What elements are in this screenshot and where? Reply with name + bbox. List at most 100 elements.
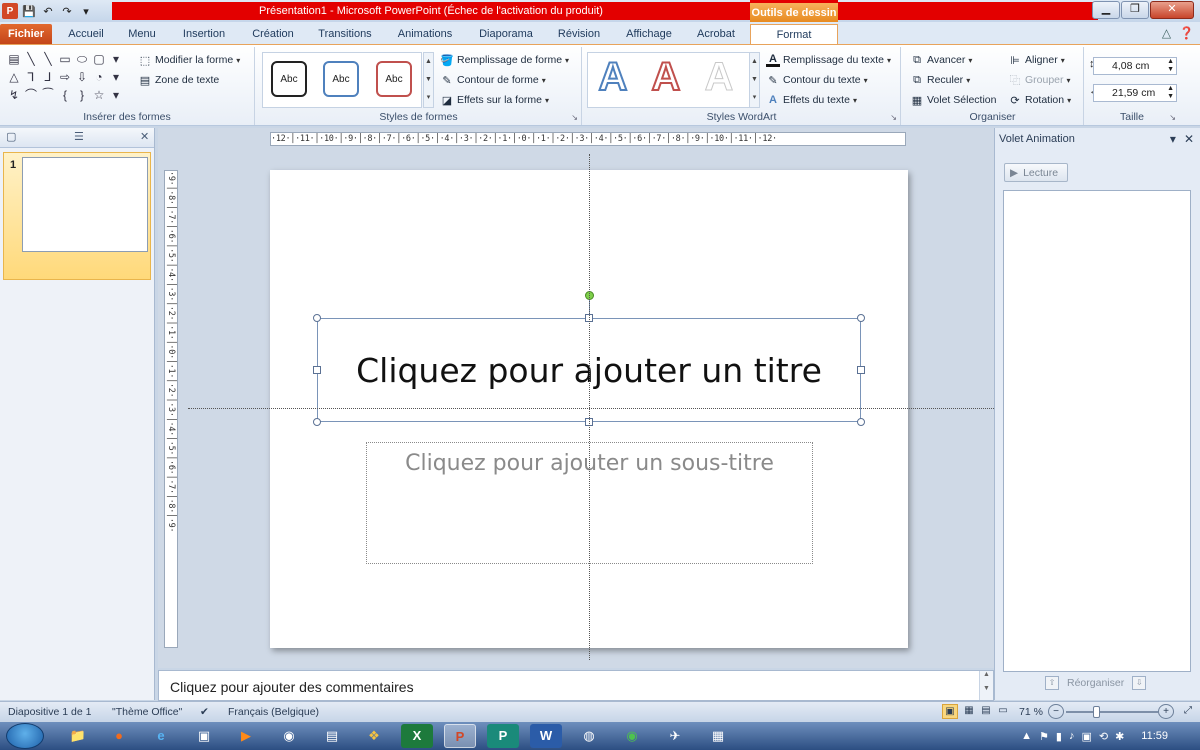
spinner-arrows-icon[interactable]: ▲ ▼ (1167, 85, 1174, 101)
device-icon[interactable]: ▣ (1081, 730, 1091, 743)
shape-item[interactable]: ⅃ (40, 69, 56, 85)
dialog-launcher-icon[interactable]: ↘ (890, 113, 897, 122)
bring-forward-button[interactable]: ⧉ Avancer ▾ (910, 53, 972, 67)
resize-handle-ne[interactable] (857, 314, 865, 322)
normal-view-icon[interactable]: ▣ (942, 704, 958, 719)
rotate-button[interactable]: ⟳ Rotation ▾ (1008, 93, 1071, 107)
tab-insertion[interactable]: Insertion (176, 24, 232, 44)
shape-item[interactable]: } (74, 87, 90, 103)
modify-shape-button[interactable]: ⬚ Modifier la forme ▾ (138, 53, 240, 67)
text-fill-button[interactable]: A Remplissage du texte ▾ (766, 53, 891, 67)
redo-icon[interactable]: ↷ (59, 3, 75, 19)
help-icon[interactable]: ❓ (1179, 26, 1194, 40)
shape-item[interactable]: { (57, 87, 73, 103)
send-backward-button[interactable]: ⧉ Reculer ▾ (910, 73, 970, 87)
minimize-ribbon-icon[interactable]: △ (1162, 26, 1171, 40)
app4-taskbar-icon[interactable]: ✈ (659, 724, 691, 748)
flag-icon[interactable]: ⚑ (1039, 730, 1049, 743)
minimize-button[interactable]: ▁ (1092, 1, 1120, 19)
shape-item[interactable]: ▭ (57, 51, 73, 67)
app5-taskbar-icon[interactable]: ▦ (702, 724, 734, 748)
tab-fichier[interactable]: Fichier (0, 24, 52, 44)
shape-item[interactable]: ▾ (108, 69, 124, 85)
notes-pane[interactable]: Cliquez pour ajouter des commentaires ▲ ▼ (158, 670, 994, 701)
dialog-launcher-icon[interactable]: ↘ (571, 113, 578, 122)
language-indicator[interactable]: Français (Belgique) (228, 706, 319, 718)
powerpoint-logo-icon[interactable]: P (2, 3, 18, 19)
spell-check-icon[interactable]: ✔ (200, 706, 209, 718)
media-taskbar-icon[interactable]: ▶ (230, 724, 262, 748)
shape-item[interactable]: ⇩ (74, 69, 90, 85)
selection-pane-button[interactable]: ▦ Volet Sélection (910, 93, 997, 107)
word-taskbar-icon[interactable]: W (530, 724, 562, 748)
tab-transitions[interactable]: Transitions (312, 24, 378, 44)
ie-taskbar-icon[interactable]: e (145, 724, 177, 748)
tab-diaporama[interactable]: Diaporama (472, 24, 540, 44)
horizontal-guide[interactable] (188, 408, 994, 409)
windows-taskbar-icon[interactable]: ❖ (358, 724, 390, 748)
sync-icon[interactable]: ⟲ (1099, 730, 1108, 743)
dialog-launcher-icon[interactable]: ↘ (1169, 113, 1176, 122)
explorer-taskbar-icon[interactable]: 📁 (62, 724, 94, 748)
powerpoint-taskbar-icon[interactable]: P (444, 724, 476, 748)
shape-item[interactable]: ↯ (6, 87, 22, 103)
shape-item[interactable]: ◔ (91, 69, 107, 85)
bluetooth-icon[interactable]: ✱ (1115, 730, 1124, 743)
spinner-arrows-icon[interactable]: ▲ ▼ (1167, 58, 1174, 74)
app3-taskbar-icon[interactable]: ◍ (573, 724, 605, 748)
shape-item[interactable]: ⇨ (57, 69, 73, 85)
shape-item[interactable]: ▾ (108, 51, 124, 67)
shape-item[interactable]: ⅂ (23, 69, 39, 85)
slideshow-view-icon[interactable]: ▭ (995, 704, 1011, 719)
shape-item[interactable]: ▢ (91, 51, 107, 67)
show-hidden-icons-icon[interactable]: ▲ (1021, 730, 1032, 742)
align-button[interactable]: ⊫ Aligner ▾ (1008, 53, 1065, 67)
resize-handle-nw[interactable] (313, 314, 321, 322)
text-box-button[interactable]: ▤ Zone de texte (138, 73, 219, 87)
tab-acrobat[interactable]: Acrobat (690, 24, 742, 44)
width-input[interactable]: 21,59 cm ▲ ▼ (1093, 84, 1177, 102)
shape-style-3[interactable]: Abc (376, 61, 412, 97)
slide-thumbnail[interactable] (22, 157, 148, 252)
maximize-button[interactable]: ❐ (1121, 1, 1149, 19)
resize-handle-sw[interactable] (313, 418, 321, 426)
chrome-taskbar-icon[interactable]: ◉ (616, 724, 648, 748)
zoom-slider[interactable] (1066, 711, 1158, 713)
group-button[interactable]: ⿻ Grouper ▾ (1008, 73, 1071, 87)
undo-icon[interactable]: ↶ (40, 3, 56, 19)
publisher-taskbar-icon[interactable]: P (487, 724, 519, 748)
zoom-level[interactable]: 71 % (1019, 706, 1043, 718)
wordart-style-1[interactable]: A (593, 53, 633, 103)
shape-item[interactable]: ☆ (91, 87, 107, 103)
shape-item[interactable]: ⁀ (40, 87, 56, 103)
fit-to-window-icon[interactable]: ⤢ (1180, 704, 1196, 719)
document-taskbar-icon[interactable]: ▤ (316, 724, 348, 748)
shape-style-2[interactable]: Abc (323, 61, 359, 97)
play-button[interactable]: ▶ Lecture (1004, 163, 1068, 182)
wordart-style-3[interactable]: A (699, 53, 739, 103)
shapes-gallery[interactable]: ▤ ╲ ╲ ▭ ⬭ ▢ ▾ △ ⅂ ⅃ ⇨ ⇩ ◔ ▾ ↯ ⌒ ⁀{} ☆ ▾ (6, 51, 124, 103)
theme-name[interactable]: "Thème Office" (112, 706, 182, 718)
shape-item[interactable]: ╲ (40, 51, 56, 67)
shape-item[interactable]: ╲ (23, 51, 39, 67)
slide-sorter-icon[interactable]: ▦ (961, 704, 977, 719)
customize-qat-icon[interactable]: ▾ (78, 3, 94, 19)
height-input[interactable]: 4,08 cm ▲ ▼ (1093, 57, 1177, 75)
reading-view-icon[interactable]: ▤ (978, 704, 994, 719)
wordart-gallery-scroll[interactable]: ▲ ▼ ▾ (749, 52, 760, 108)
shape-fill-button[interactable]: 🪣 Remplissage de forme ▾ (440, 53, 569, 67)
animation-list[interactable] (1003, 190, 1191, 672)
shape-outline-button[interactable]: ✎ Contour de forme ▾ (440, 73, 545, 87)
firefox-taskbar-icon[interactable]: ● (103, 724, 135, 748)
tab-accueil[interactable]: Accueil (62, 24, 110, 44)
app-taskbar-icon[interactable]: ▣ (188, 724, 220, 748)
start-button[interactable] (6, 723, 44, 749)
shape-item[interactable]: ⬭ (74, 51, 90, 67)
volume-icon[interactable]: ♪ (1069, 730, 1075, 742)
vertical-guide[interactable] (589, 154, 590, 660)
shape-style-1[interactable]: Abc (271, 61, 307, 97)
pane-options-icon[interactable]: ▾ (1170, 128, 1176, 150)
gallery-scroll[interactable]: ▲ ▼ ▾ (423, 52, 434, 108)
move-down-icon[interactable]: ⇩ (1132, 676, 1147, 690)
wordart-style-2[interactable]: A (646, 53, 686, 103)
